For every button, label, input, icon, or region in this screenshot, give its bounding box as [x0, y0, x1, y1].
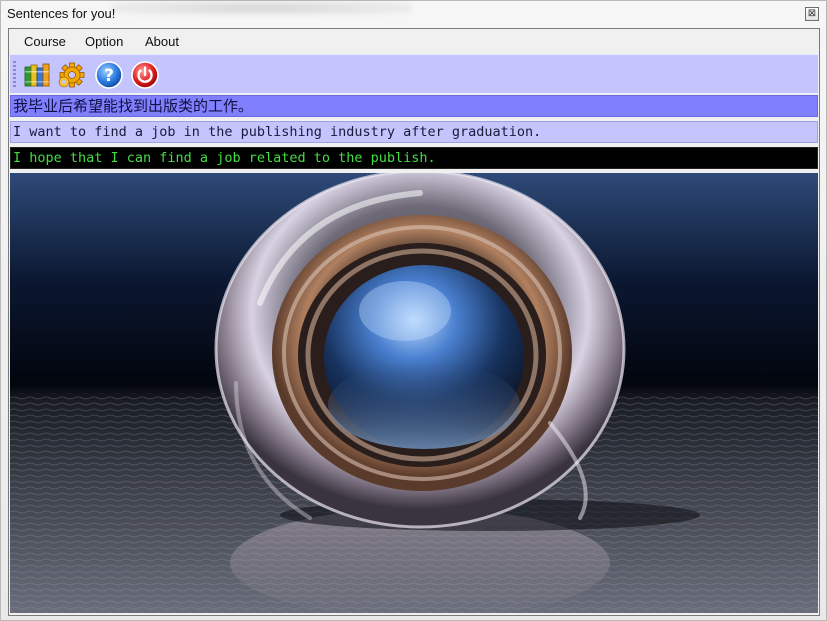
toolbar: ?: [10, 54, 818, 93]
books-icon: [24, 63, 50, 87]
power-button[interactable]: [130, 60, 160, 90]
window-title: Sentences for you!: [7, 6, 116, 21]
power-icon: [131, 61, 159, 89]
title-bar[interactable]: Sentences for you! ⊠: [1, 1, 826, 28]
books-button[interactable]: [22, 60, 52, 90]
menu-option[interactable]: Option: [81, 34, 127, 49]
wallpaper-image: [10, 173, 818, 613]
main-client-area: Course Option About ? 我毕业后希望能找到出版类的工作。 I…: [8, 28, 820, 616]
english-sentence-line: I want to find a job in the publishing i…: [10, 121, 818, 143]
menu-course[interactable]: Course: [20, 34, 70, 49]
help-icon: ?: [95, 61, 123, 89]
user-answer-line[interactable]: I hope that I can find a job related to …: [10, 147, 818, 169]
title-bar-shadow: [111, 1, 411, 15]
help-button[interactable]: ?: [94, 60, 124, 90]
gear-icon: [58, 62, 85, 88]
menu-about[interactable]: About: [141, 34, 183, 49]
settings-button[interactable]: [57, 60, 87, 90]
svg-text:?: ?: [104, 66, 114, 86]
glass-ring-image: [10, 173, 818, 613]
menu-bar: Course Option About: [9, 29, 819, 54]
toolbar-grip[interactable]: [13, 61, 16, 87]
chinese-sentence-line: 我毕业后希望能找到出版类的工作。: [10, 95, 818, 117]
app-window: Sentences for you! ⊠ Course Option About: [0, 0, 827, 621]
close-button[interactable]: ⊠: [805, 7, 819, 21]
